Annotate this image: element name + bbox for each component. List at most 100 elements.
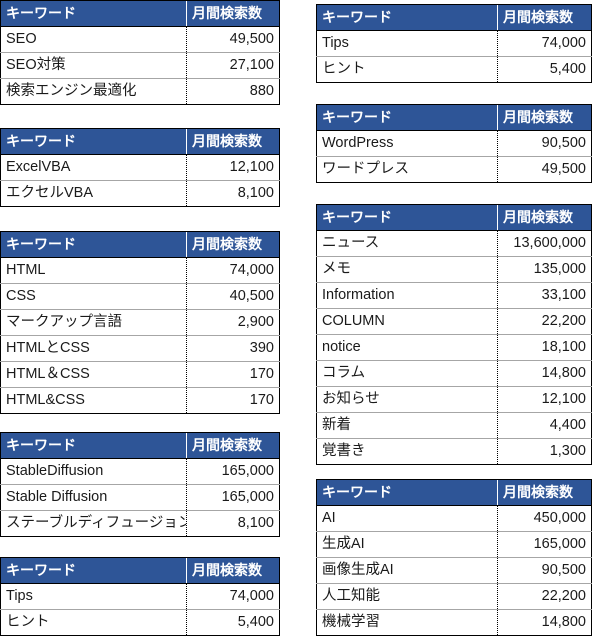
volume-cell: 13,600,000 [497, 230, 592, 257]
keyword-cell: HTML&CSS [6, 392, 85, 408]
volume-cell: 18,100 [497, 334, 592, 361]
table-row: Stable Diffusion 165,000 [0, 484, 280, 511]
table-row: ヒント 5,400 [317, 56, 592, 83]
keyword-cell: 画像生成AI [316, 557, 498, 584]
keyword-table-tips-left: キーワード 月間検索数 Tips 74,000 ヒント 5,400 [0, 557, 280, 636]
keyword-cell: AI [316, 505, 498, 532]
table-row: 覚書き 1,300 [317, 438, 592, 465]
volume-cell: 49,500 [497, 156, 592, 183]
keyword-column-header: キーワード [316, 4, 498, 31]
volume-column-header: 月間検索数 [186, 557, 280, 584]
table-row: マークアップ言語 2,900 [0, 309, 280, 336]
keyword-column-header: キーワード [316, 104, 498, 131]
volume-column-header: 月間検索数 [186, 432, 280, 459]
keyword-cell: お知らせ [316, 386, 498, 413]
volume-cell: 1,300 [497, 438, 592, 465]
volume-cell: 49,500 [186, 26, 280, 53]
volume-column-header: 月間検索数 [497, 204, 592, 231]
keyword-cell: HTMLとCSS [0, 335, 187, 362]
keyword-cell: 覚書き [322, 443, 366, 459]
table-row: Tips 74,000 [316, 30, 592, 57]
table-header-row: キーワード 月間検索数 [0, 231, 280, 258]
keyword-cell: 生成AI [316, 531, 498, 558]
keyword-cell: HTML＆CSS [0, 361, 187, 388]
volume-column-header: 月間検索数 [497, 4, 592, 31]
table-row: ExcelVBA 12,100 [0, 154, 280, 181]
table-header-row: キーワード 月間検索数 [0, 128, 280, 155]
table-row: HTMLとCSS 390 [0, 335, 280, 362]
volume-column-header: 月間検索数 [497, 479, 592, 506]
keyword-cell: マークアップ言語 [0, 309, 187, 336]
keyword-cell: コラム [316, 360, 498, 387]
volume-cell: 14,800 [497, 360, 592, 387]
table-row: SEO 49,500 [0, 26, 280, 53]
volume-cell: 390 [186, 335, 280, 362]
volume-column-header: 月間検索数 [186, 231, 280, 258]
volume-cell: 165,000 [186, 458, 280, 485]
table-row: お知らせ 12,100 [316, 386, 592, 413]
keyword-cell: メモ [316, 256, 498, 283]
table-row: ワードプレス 49,500 [317, 156, 592, 183]
table-row: コラム 14,800 [316, 360, 592, 387]
table-row: HTML＆CSS 170 [0, 361, 280, 388]
table-row: 人工知能 22,200 [316, 583, 592, 610]
keyword-cell: ヒント [322, 61, 366, 77]
table-header-row: キーワード 月間検索数 [0, 0, 280, 27]
table-row: ステーブルディフュージョン 8,100 [1, 510, 280, 537]
keyword-cell: Tips [316, 30, 498, 57]
table-row: 生成AI 165,000 [316, 531, 592, 558]
keyword-table-tips-right: キーワード 月間検索数 Tips 74,000 ヒント 5,400 [316, 4, 592, 83]
volume-cell: 12,100 [497, 386, 592, 413]
volume-cell: 74,000 [497, 30, 592, 57]
table-row: COLUMN 22,200 [316, 308, 592, 335]
keyword-table-seo: キーワード 月間検索数 SEO 49,500 SEO対策 27,100 検索エンジン最適化 8… [0, 0, 280, 105]
keyword-cell: Information [316, 282, 498, 309]
volume-cell: 8,100 [186, 180, 280, 207]
volume-cell: 90,500 [497, 130, 592, 157]
table-header-row: キーワード 月間検索数 [0, 432, 280, 459]
keyword-cell: 人工知能 [316, 583, 498, 610]
keyword-table-html-css: キーワード 月間検索数 HTML 74,000 CSS 40,500 マークアップ言語 2,9… [0, 231, 280, 414]
table-row: 検索エンジン最適化 880 [1, 78, 280, 105]
table-row: HTML&CSS 170 [1, 387, 280, 414]
keyword-table-news: キーワード 月間検索数 ニュース 13,600,000 メモ 135,000 Informa… [316, 204, 592, 465]
table-row: SEO対策 27,100 [0, 52, 280, 79]
keyword-cell: COLUMN [316, 308, 498, 335]
volume-cell: 22,200 [497, 583, 592, 610]
keyword-cell: CSS [0, 283, 187, 310]
volume-column-header: 月間検索数 [186, 0, 280, 27]
volume-column-header: 月間検索数 [497, 104, 592, 131]
table-header-row: キーワード 月間検索数 [316, 204, 592, 231]
volume-cell: 4,400 [497, 412, 592, 439]
keyword-cell: StableDiffusion [0, 458, 187, 485]
keyword-column-header: キーワード [0, 231, 187, 258]
table-header-row: キーワード 月間検索数 [316, 4, 592, 31]
keyword-cell: エクセルVBA [6, 185, 94, 201]
table-row: StableDiffusion 165,000 [0, 458, 280, 485]
volume-cell: 40,500 [186, 283, 280, 310]
keyword-table-ai: キーワード 月間検索数 AI 450,000 生成AI 165,000 画像生成AI 90,5… [316, 479, 592, 636]
keyword-cell: 検索エンジン最適化 [6, 83, 137, 99]
volume-cell: 12,100 [186, 154, 280, 181]
keyword-table-excel-vba: キーワード 月間検索数 ExcelVBA 12,100 エクセルVBA 8,100 [0, 128, 280, 207]
table-row: メモ 135,000 [316, 256, 592, 283]
volume-cell: 90,500 [497, 557, 592, 584]
volume-cell: 170 [186, 387, 280, 414]
table-row: CSS 40,500 [0, 283, 280, 310]
table-row: 画像生成AI 90,500 [316, 557, 592, 584]
keyword-cell: WordPress [316, 130, 498, 157]
table-row: 新着 4,400 [316, 412, 592, 439]
keyword-cell: ワードプレス [322, 161, 409, 177]
keyword-cell: SEO対策 [0, 52, 187, 79]
keyword-column-header: キーワード [0, 432, 187, 459]
keyword-cell: ExcelVBA [0, 154, 187, 181]
volume-cell: 165,000 [186, 484, 280, 511]
volume-cell: 880 [186, 78, 280, 105]
keyword-cell: ニュース [316, 230, 498, 257]
volume-cell: 22,200 [497, 308, 592, 335]
table-header-row: キーワード 月間検索数 [316, 104, 592, 131]
volume-cell: 170 [186, 361, 280, 388]
keyword-cell: Tips [0, 583, 187, 610]
keyword-cell: 新着 [316, 412, 498, 439]
keyword-cell: SEO [0, 26, 187, 53]
